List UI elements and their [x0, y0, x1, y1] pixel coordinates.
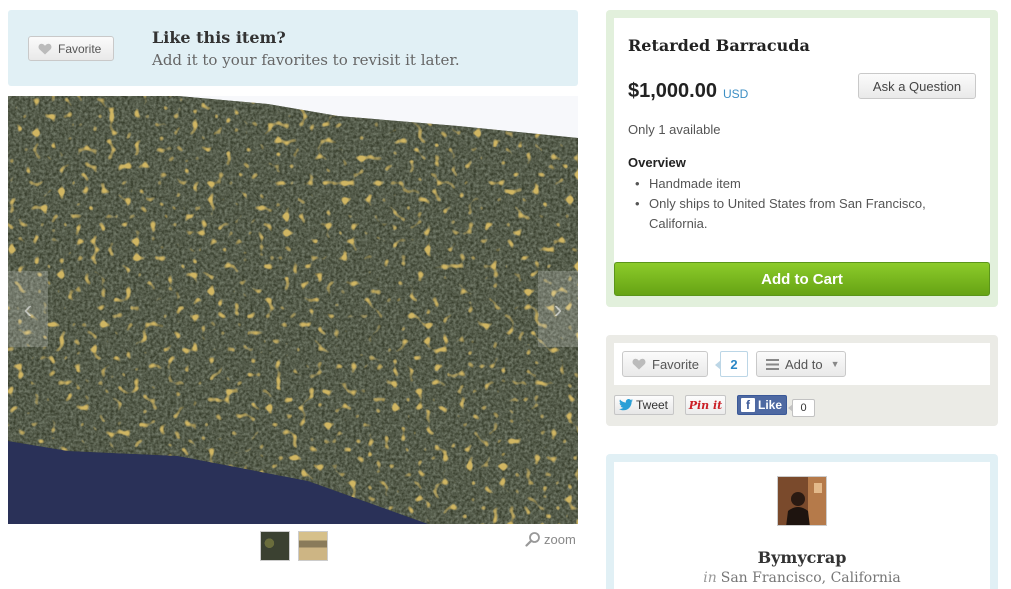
listing-photo[interactable]: ‹ ›	[8, 96, 578, 524]
facebook-icon: f	[741, 398, 755, 412]
thumbnail-1[interactable]	[260, 531, 290, 561]
chevron-right-icon: ›	[553, 293, 563, 324]
favorite-button[interactable]: Favorite	[622, 351, 708, 377]
social-actions-box: Favorite 2 Add to ▼ Tweet Pin it f Like …	[606, 335, 998, 426]
availability-text: Only 1 available	[628, 122, 721, 137]
banner-subtitle: Add it to your favorites to revisit it l…	[152, 51, 460, 69]
add-to-list-button[interactable]: Add to ▼	[756, 351, 846, 377]
next-photo-button[interactable]: ›	[538, 271, 578, 347]
banner-favorite-label: Favorite	[58, 41, 102, 56]
location-text[interactable]: San Francisco, California	[721, 570, 901, 586]
overview-list: Handmade item Only ships to United State…	[635, 174, 975, 234]
shop-info: Bymycrap in San Francisco, California	[614, 462, 990, 589]
banner-title: Like this item?	[152, 28, 286, 47]
banner-favorite-button[interactable]: Favorite	[28, 36, 114, 61]
twitter-bird-icon	[619, 399, 633, 411]
facebook-like-label: Like	[758, 398, 783, 412]
shop-name[interactable]: Bymycrap	[614, 548, 990, 567]
knitted-fabric-image	[8, 96, 578, 524]
caret-down-icon: ▼	[830, 359, 840, 369]
shop-location: in San Francisco, California	[614, 570, 990, 586]
shop-avatar[interactable]	[777, 476, 827, 526]
ask-question-button[interactable]: Ask a Question	[858, 73, 976, 99]
favorite-label: Favorite	[652, 356, 699, 372]
zoom-label: zoom	[544, 531, 576, 547]
favorite-actions: Favorite 2 Add to ▼	[614, 343, 990, 385]
previous-photo-button[interactable]: ‹	[8, 271, 48, 347]
tweet-label: Tweet	[636, 398, 669, 412]
listing-details: Retarded Barracuda $1,000.00 USD Ask a Q…	[614, 18, 990, 262]
favorite-count[interactable]: 2	[715, 351, 748, 377]
add-to-cart-label: Add to Cart	[761, 270, 843, 288]
shop-avatar-image	[778, 477, 826, 525]
location-prefix: in	[703, 570, 717, 586]
shop-info-box: Bymycrap in San Francisco, California	[606, 454, 998, 589]
tweet-button[interactable]: Tweet	[614, 395, 674, 415]
overview-item: Handmade item	[635, 174, 975, 194]
overview-heading: Overview	[628, 155, 686, 170]
add-to-cart-button[interactable]: Add to Cart	[614, 262, 990, 296]
pin-it-label: Pin it	[688, 398, 723, 412]
list-icon	[766, 358, 779, 370]
overview-item: Only ships to United States from San Fra…	[635, 194, 975, 234]
ask-question-label: Ask a Question	[872, 78, 962, 94]
heart-icon	[632, 358, 646, 370]
add-to-label: Add to	[785, 356, 823, 372]
magnifier-icon	[525, 532, 540, 547]
heart-icon	[38, 43, 52, 54]
favorite-banner: Favorite Like this item? Add it to your …	[8, 10, 578, 86]
pin-it-button[interactable]: Pin it	[685, 395, 726, 415]
zoom-link[interactable]: zoom	[525, 531, 576, 547]
thumbnail-2[interactable]	[298, 531, 328, 561]
price-currency: USD	[723, 87, 749, 101]
facebook-like-button[interactable]: f Like	[737, 395, 787, 415]
listing-price: $1,000.00	[628, 80, 717, 102]
chevron-left-icon: ‹	[23, 293, 33, 324]
facebook-like-count: 0	[788, 399, 815, 417]
listing-title: Retarded Barracuda	[628, 36, 810, 55]
buy-box: Retarded Barracuda $1,000.00 USD Ask a Q…	[606, 10, 998, 307]
